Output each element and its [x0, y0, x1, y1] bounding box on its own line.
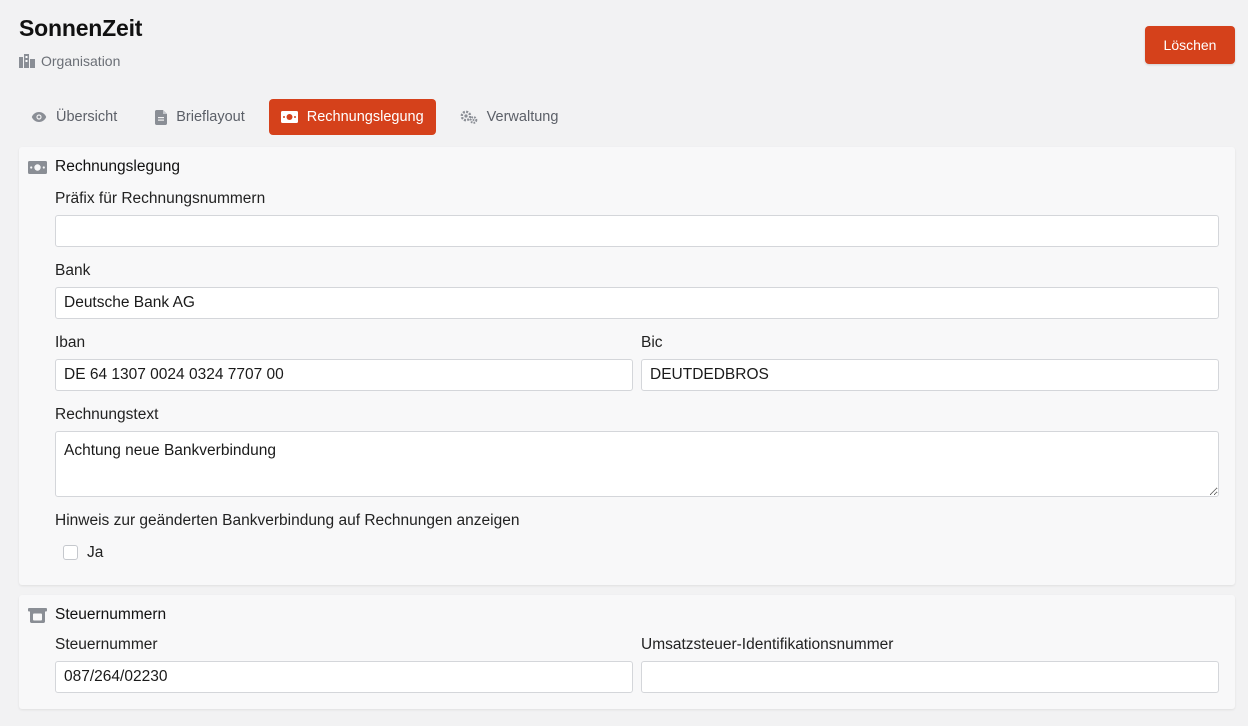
steuernummern-panel: Steuernummern Steuernummer Umsatzsteuer-… [19, 595, 1235, 709]
subtitle-label: Organisation [41, 53, 121, 69]
tab-label: Verwaltung [486, 109, 559, 125]
ust-id-input[interactable] [641, 661, 1219, 693]
bic-input[interactable] [641, 359, 1219, 391]
tab-label: Brieflayout [176, 109, 245, 125]
tab-verwaltung[interactable]: Verwaltung [448, 99, 571, 135]
iban-input[interactable] [55, 359, 633, 391]
iban-label: Iban [55, 334, 86, 351]
tab-bar: Übersicht Brieflayout Rechnungslegung Ve… [19, 99, 570, 135]
organisation-icon [19, 54, 35, 68]
rechnungslegung-panel: Rechnungslegung Präfix für Rechnungsnumm… [19, 147, 1235, 585]
steuernummer-label: Steuernummer [55, 636, 158, 653]
ust-id-label: Umsatzsteuer-Identifikationsnummer [641, 636, 894, 653]
prefix-input[interactable] [55, 215, 1219, 247]
notice-option-label[interactable]: Ja [87, 544, 103, 562]
delete-button[interactable]: Löschen [1145, 26, 1235, 64]
bic-label: Bic [641, 334, 663, 351]
notice-checkbox[interactable] [63, 545, 78, 560]
document-icon [155, 109, 168, 125]
tax-icon [28, 607, 47, 623]
rechnungstext-textarea[interactable]: Achtung neue Bankverbindung [55, 431, 1219, 497]
page-title: SonnenZeit [19, 15, 143, 41]
tab-label: Übersicht [56, 109, 118, 125]
tab-label: Rechnungslegung [306, 109, 424, 125]
steuernummer-input[interactable] [55, 661, 633, 693]
panel-title: Rechnungslegung [55, 158, 180, 175]
bank-label: Bank [55, 262, 91, 279]
tab-brieflayout[interactable]: Brieflayout [143, 99, 257, 135]
panel-heading: Rechnungslegung [28, 158, 180, 176]
panel-title: Steuernummern [55, 606, 167, 623]
cogs-icon [460, 110, 478, 124]
tab-rechnungslegung[interactable]: Rechnungslegung [268, 99, 436, 135]
notice-label: Hinweis zur geänderten Bankverbindung au… [55, 512, 520, 529]
eye-icon [31, 111, 47, 123]
tab-overview[interactable]: Übersicht [19, 99, 129, 135]
bank-input[interactable] [55, 287, 1219, 319]
prefix-label: Präfix für Rechnungsnummern [55, 190, 266, 207]
breadcrumb: Organisation [19, 53, 120, 69]
panel-heading: Steuernummern [28, 606, 166, 624]
money-icon [280, 111, 298, 123]
rechnungstext-label: Rechnungstext [55, 406, 159, 423]
money-icon [28, 160, 47, 174]
